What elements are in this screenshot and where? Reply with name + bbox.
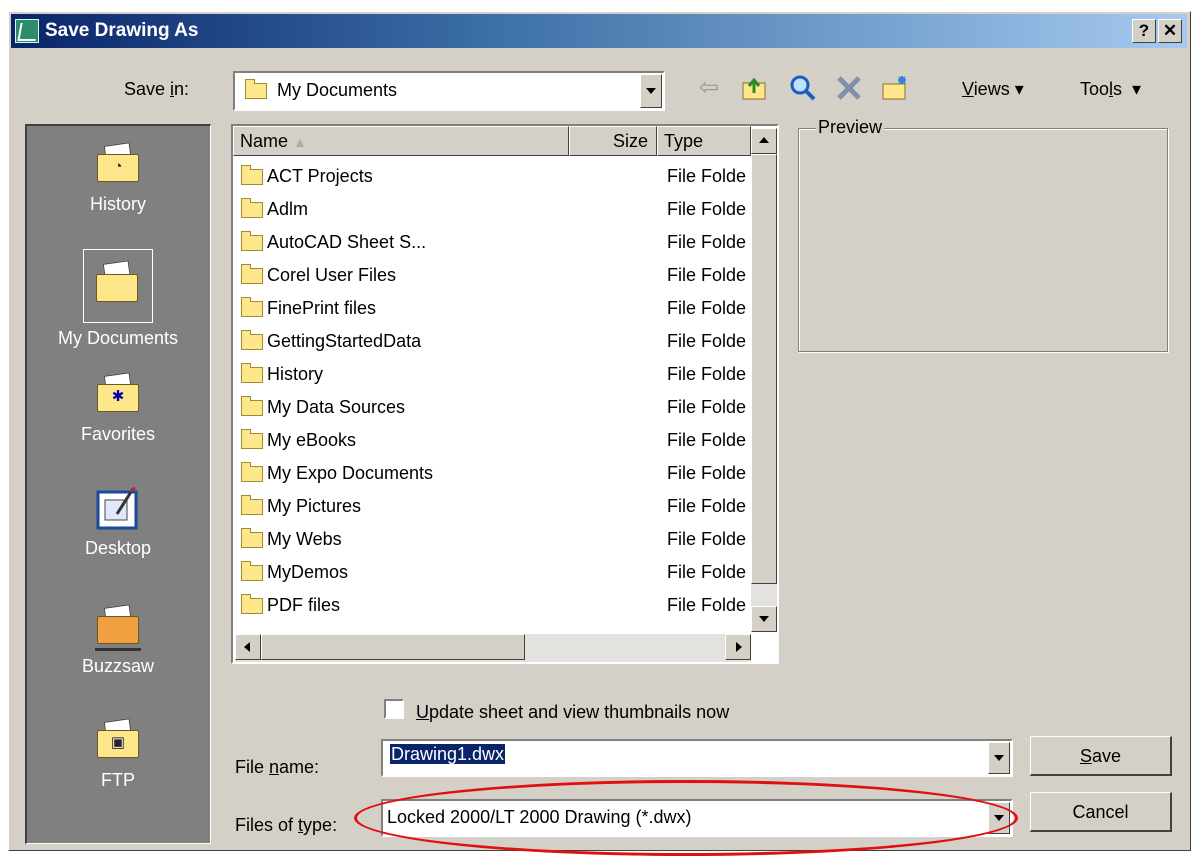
folder-icon xyxy=(241,495,263,516)
update-thumbnails-label[interactable]: Update sheet and view thumbnails now xyxy=(416,702,729,723)
tools-menu[interactable]: Tools ▾ xyxy=(1080,79,1141,100)
close-button[interactable]: ✕ xyxy=(1158,19,1182,43)
list-item[interactable]: GettingStartedData File Folde xyxy=(235,325,755,358)
buzzsaw-icon xyxy=(95,604,141,651)
search-web-icon[interactable] xyxy=(788,73,818,103)
list-item[interactable]: Adlm File Folde xyxy=(235,193,755,226)
save-in-value: My Documents xyxy=(277,80,398,100)
list-item[interactable]: MyDemos File Folde xyxy=(235,556,755,589)
help-button[interactable]: ? xyxy=(1132,19,1156,43)
desktop-icon xyxy=(95,486,141,530)
places-bar: ◔ History My Documents ✱ Favorites Deskt… xyxy=(25,124,211,844)
folder-icon xyxy=(241,528,263,549)
column-header-type[interactable]: Type xyxy=(657,126,751,156)
folder-icon xyxy=(241,297,263,318)
chevron-down-icon[interactable] xyxy=(640,74,662,108)
dialog-title: Save Drawing As xyxy=(45,20,199,41)
place-label: Desktop xyxy=(84,538,152,558)
folder-icon xyxy=(241,363,263,384)
file-type-combobox[interactable]: Locked 2000/LT 2000 Drawing (*.dwx) xyxy=(381,799,1013,837)
folder-icon xyxy=(241,198,263,219)
save-button[interactable]: Save xyxy=(1030,736,1172,776)
place-label: Buzzsaw xyxy=(81,656,155,676)
chevron-down-icon[interactable] xyxy=(988,802,1010,834)
place-ftp[interactable]: ▣ FTP xyxy=(27,718,209,791)
expo-folder-icon xyxy=(241,462,263,483)
vertical-scrollbar[interactable] xyxy=(751,128,777,632)
place-buzzsaw[interactable]: Buzzsaw xyxy=(27,604,209,677)
scroll-up-button[interactable] xyxy=(751,128,777,154)
data-sources-folder-icon xyxy=(241,396,263,417)
list-item[interactable]: AutoCAD Sheet S... File Folde xyxy=(235,226,755,259)
new-folder-icon[interactable] xyxy=(880,73,910,103)
back-arrow-icon[interactable]: ⇦ xyxy=(694,73,724,103)
folder-icon xyxy=(241,264,263,285)
column-header-size[interactable]: Size xyxy=(569,126,657,156)
place-label: History xyxy=(89,194,146,214)
place-favorites[interactable]: ✱ Favorites xyxy=(27,372,209,445)
up-one-level-icon[interactable] xyxy=(740,73,770,103)
folder-icon xyxy=(245,78,267,99)
place-history[interactable]: ◔ History xyxy=(27,142,209,215)
folder-icon xyxy=(241,231,263,252)
folder-icon xyxy=(241,429,263,450)
file-name-combobox[interactable]: Drawing1.dwx xyxy=(381,739,1013,777)
list-item[interactable]: My Pictures File Folde xyxy=(235,490,755,523)
column-header-name[interactable]: Name ▲ xyxy=(233,126,569,156)
file-type-value: Locked 2000/LT 2000 Drawing (*.dwx) xyxy=(387,807,692,827)
folder-icon xyxy=(241,561,263,582)
list-item[interactable]: ACT Projects File Folde xyxy=(235,160,755,193)
preview-label: Preview xyxy=(816,117,885,138)
list-item[interactable]: History File Folde xyxy=(235,358,755,391)
views-menu[interactable]: Views ▾ xyxy=(962,79,1024,100)
file-rows: ACT Projects File Folde Adlm File Folde Au… xyxy=(235,160,755,632)
folder-icon xyxy=(241,330,263,351)
horizontal-scrollbar[interactable] xyxy=(235,634,751,662)
update-thumbnails-checkbox[interactable] xyxy=(384,699,404,719)
favorites-icon: ✱ xyxy=(95,372,141,414)
file-type-label: Files of type: xyxy=(235,815,338,835)
save-in-label: Save in: xyxy=(124,79,190,99)
place-desktop[interactable]: Desktop xyxy=(27,486,209,559)
cancel-button[interactable]: Cancel xyxy=(1030,792,1172,832)
scroll-left-button[interactable] xyxy=(235,634,261,660)
place-label: FTP xyxy=(101,770,135,790)
ftp-icon: ▣ xyxy=(95,718,141,760)
file-name-input[interactable]: Drawing1.dwx xyxy=(387,743,509,766)
scroll-right-button[interactable] xyxy=(725,634,751,660)
scroll-thumb[interactable] xyxy=(751,154,777,584)
list-item[interactable]: FinePrint files File Folde xyxy=(235,292,755,325)
file-list: Name ▲ Size Type ACT Projects File Folde … xyxy=(231,124,779,664)
list-item[interactable]: PDF files File Folde xyxy=(235,589,755,622)
place-label: My Documents xyxy=(57,328,179,348)
list-item[interactable]: Corel User Files File Folde xyxy=(235,259,755,292)
autocad-app-icon xyxy=(15,19,39,43)
delete-icon[interactable] xyxy=(834,73,864,103)
place-label: Favorites xyxy=(80,424,156,444)
save-in-combobox[interactable]: My Documents xyxy=(233,71,665,111)
my-documents-icon xyxy=(83,249,153,323)
scroll-thumb[interactable] xyxy=(261,634,525,660)
list-item[interactable]: My Expo Documents File Folde xyxy=(235,457,755,490)
file-name-label: File name: xyxy=(235,757,320,777)
folder-icon xyxy=(241,594,263,615)
list-item[interactable]: My Data Sources File Folde xyxy=(235,391,755,424)
title-bar: Save Drawing As ? ✕ xyxy=(11,14,1187,48)
folder-icon xyxy=(241,165,263,186)
place-my-documents[interactable]: My Documents xyxy=(27,249,209,349)
preview-pane xyxy=(798,128,1168,352)
scroll-down-button[interactable] xyxy=(751,606,777,632)
history-icon: ◔ xyxy=(95,142,141,184)
list-item[interactable]: My eBooks File Folde xyxy=(235,424,755,457)
list-item[interactable]: My Webs File Folde xyxy=(235,523,755,556)
chevron-down-icon[interactable] xyxy=(988,742,1010,774)
